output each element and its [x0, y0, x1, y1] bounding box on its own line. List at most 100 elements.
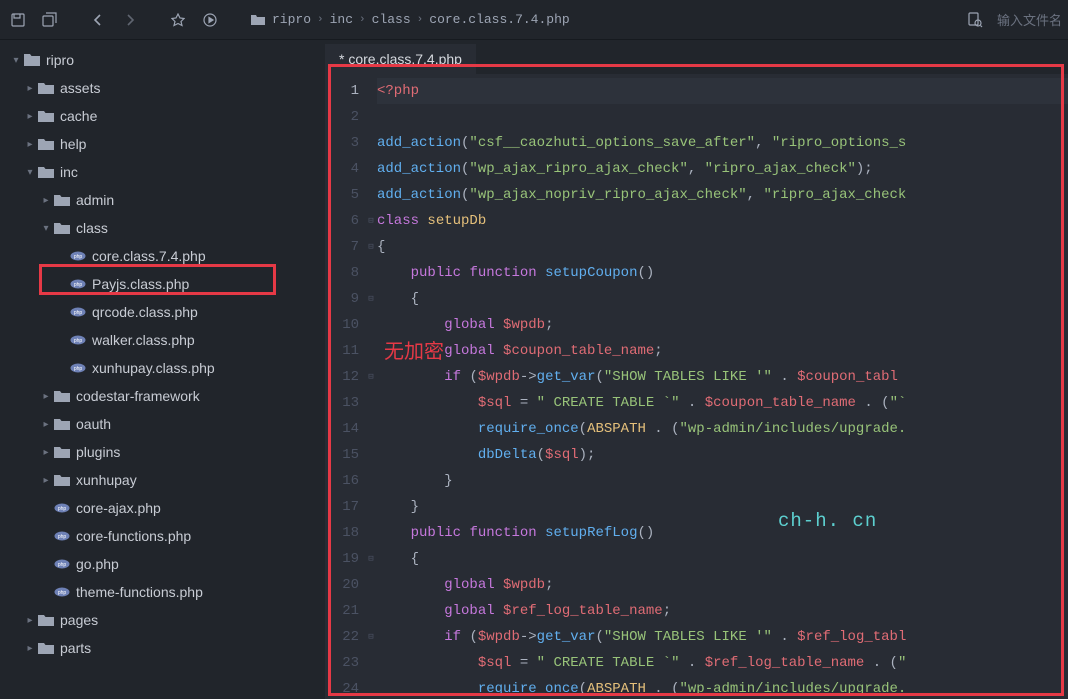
folder-item[interactable]: ▸codestar-framework	[0, 382, 325, 410]
code-line[interactable]: public function setupRefLog()	[377, 520, 1068, 546]
file-item[interactable]: phpcore.class.7.4.php	[0, 242, 325, 270]
folder-root[interactable]: ▾ ripro	[0, 46, 325, 74]
line-number: 21	[325, 598, 365, 624]
svg-text:php: php	[58, 506, 67, 512]
bookmark-icon[interactable]	[166, 8, 190, 32]
line-number: 23	[325, 650, 365, 676]
fold-spacer	[365, 338, 377, 364]
line-number: 19	[325, 546, 365, 572]
code-line[interactable]: $sql = " CREATE TABLE `" . $ref_log_tabl…	[377, 650, 1068, 676]
code-line[interactable]: }	[377, 494, 1068, 520]
file-item[interactable]: phpwalker.class.php	[0, 326, 325, 354]
fold-toggle[interactable]: ⊟	[365, 546, 377, 572]
fold-spacer	[365, 312, 377, 338]
code-line[interactable]: {	[377, 234, 1068, 260]
chevron-right-icon: ▸	[38, 391, 54, 402]
breadcrumb[interactable]: ripro › inc › class › core.class.7.4.php	[250, 12, 570, 28]
file-item[interactable]: phptheme-functions.php	[0, 578, 325, 606]
code-line[interactable]: if ($wpdb->get_var("SHOW TABLES LIKE '" …	[377, 364, 1068, 390]
item-label: oauth	[76, 416, 111, 432]
fold-toggle[interactable]: ⊟	[365, 286, 377, 312]
code-line[interactable]: public function setupCoupon()	[377, 260, 1068, 286]
tab-active[interactable]: core.class.7.4.php	[325, 44, 476, 74]
folder-item[interactable]: ▸assets	[0, 74, 325, 102]
file-item[interactable]: phpPayjs.class.php	[0, 270, 325, 298]
code-line[interactable]: global $wpdb;	[377, 312, 1068, 338]
fold-spacer	[365, 260, 377, 286]
breadcrumb-item[interactable]: class	[372, 12, 411, 27]
line-number: 17	[325, 494, 365, 520]
folder-item[interactable]: ▸cache	[0, 102, 325, 130]
chevron-right-icon: ▸	[22, 643, 38, 654]
php-file-icon: php	[54, 558, 74, 570]
file-tree[interactable]: ▾ ripro ▸assets▸cache▸help▾inc▸admin▾cla…	[0, 40, 325, 699]
fold-toggle[interactable]: ⊟	[365, 364, 377, 390]
code-line[interactable]: dbDelta($sql);	[377, 442, 1068, 468]
item-label: plugins	[76, 444, 120, 460]
fold-spacer	[365, 442, 377, 468]
folder-item[interactable]: ▸pages	[0, 606, 325, 634]
folder-icon	[250, 12, 266, 28]
code-area[interactable]: 123456789101112131415161718192021222324 …	[325, 74, 1068, 699]
code-line[interactable]: global $wpdb;	[377, 572, 1068, 598]
save-icon[interactable]	[6, 8, 30, 32]
folder-item[interactable]: ▸plugins	[0, 438, 325, 466]
folder-item[interactable]: ▾inc	[0, 158, 325, 186]
code-line[interactable]: if ($wpdb->get_var("SHOW TABLES LIKE '" …	[377, 624, 1068, 650]
file-search-icon[interactable]	[963, 8, 987, 32]
line-number: 5	[325, 182, 365, 208]
fold-spacer	[365, 494, 377, 520]
file-item[interactable]: phpcore-ajax.php	[0, 494, 325, 522]
run-icon[interactable]	[198, 8, 222, 32]
folder-item[interactable]: ▸help	[0, 130, 325, 158]
code-line[interactable]: }	[377, 468, 1068, 494]
folder-icon	[54, 445, 74, 459]
code-line[interactable]: add_action("wp_ajax_nopriv_ripro_ajax_ch…	[377, 182, 1068, 208]
nav-forward-icon[interactable]	[118, 8, 142, 32]
line-number: 20	[325, 572, 365, 598]
code-content[interactable]: <?php add_action("csf__caozhuti_options_s…	[377, 74, 1068, 699]
nav-back-icon[interactable]	[86, 8, 110, 32]
fold-spacer	[365, 572, 377, 598]
code-line[interactable]: require_once(ABSPATH . ("wp-admin/includ…	[377, 416, 1068, 442]
code-line[interactable]	[377, 104, 1068, 130]
fold-spacer	[365, 650, 377, 676]
breadcrumb-item[interactable]: ripro	[272, 12, 311, 27]
code-line[interactable]: global $ref_log_table_name;	[377, 598, 1068, 624]
code-line[interactable]: {	[377, 286, 1068, 312]
code-line[interactable]: class setupDb	[377, 208, 1068, 234]
code-line[interactable]: <?php	[377, 78, 1068, 104]
line-number: 12	[325, 364, 365, 390]
search-input[interactable]: 输入文件名	[997, 10, 1062, 29]
code-line[interactable]: require_once(ABSPATH . ("wp-admin/includ…	[377, 676, 1068, 699]
fold-toggle[interactable]: ⊟	[365, 208, 377, 234]
chevron-down-icon: ▾	[38, 223, 54, 234]
line-number: 7	[325, 234, 365, 260]
code-line[interactable]: add_action("csf__caozhuti_options_save_a…	[377, 130, 1068, 156]
folder-item[interactable]: ▸ oauth	[0, 410, 325, 438]
code-line[interactable]: {	[377, 546, 1068, 572]
file-item[interactable]: phpgo.php	[0, 550, 325, 578]
file-item[interactable]: phpcore-functions.php	[0, 522, 325, 550]
code-line[interactable]: add_action("wp_ajax_ripro_ajax_check", "…	[377, 156, 1068, 182]
code-line[interactable]: global $coupon_table_name;	[377, 338, 1068, 364]
folder-item[interactable]: ▸parts	[0, 634, 325, 662]
breadcrumb-item[interactable]: inc	[330, 12, 353, 27]
fold-toggle[interactable]: ⊟	[365, 624, 377, 650]
code-line[interactable]: $sql = " CREATE TABLE `" . $coupon_table…	[377, 390, 1068, 416]
save-all-icon[interactable]	[38, 8, 62, 32]
file-item[interactable]: phpxunhupay.class.php	[0, 354, 325, 382]
fold-spacer	[365, 182, 377, 208]
tab-bar: core.class.7.4.php	[325, 40, 1068, 74]
folder-item[interactable]: ▸admin	[0, 186, 325, 214]
fold-column[interactable]: ⊟⊟⊟⊟⊟⊟	[365, 74, 377, 699]
file-item[interactable]: phpqrcode.class.php	[0, 298, 325, 326]
chevron-right-icon: ›	[359, 14, 366, 26]
chevron-down-icon: ▾	[22, 167, 38, 178]
fold-toggle[interactable]: ⊟	[365, 234, 377, 260]
breadcrumb-item[interactable]: core.class.7.4.php	[429, 12, 569, 27]
folder-item[interactable]: ▾class	[0, 214, 325, 242]
chevron-right-icon: ▸	[38, 419, 54, 430]
folder-icon	[54, 417, 74, 431]
folder-item[interactable]: ▸xunhupay	[0, 466, 325, 494]
